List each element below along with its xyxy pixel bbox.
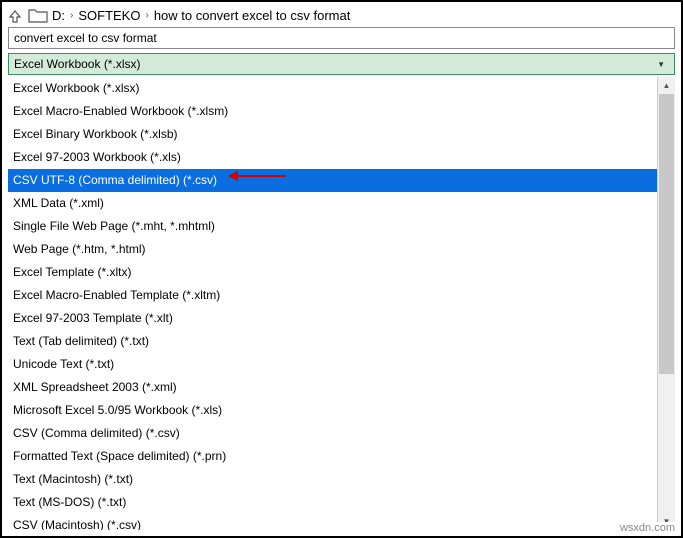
scroll-up-icon[interactable]: ▲	[658, 77, 675, 94]
filetype-option[interactable]: Text (Tab delimited) (*.txt)	[8, 330, 657, 353]
breadcrumb-drive[interactable]: D:	[52, 8, 65, 23]
breadcrumb-folder2[interactable]: how to convert excel to csv format	[154, 8, 351, 23]
filetype-option[interactable]: Excel Workbook (*.xlsx)	[8, 77, 657, 100]
breadcrumb-path[interactable]: D: › SOFTEKO › how to convert excel to c…	[52, 8, 350, 23]
filetype-option[interactable]: Excel Template (*.xltx)	[8, 261, 657, 284]
filetype-option[interactable]: Excel Binary Workbook (*.xlsb)	[8, 123, 657, 146]
up-arrow-icon[interactable]	[8, 9, 22, 23]
filetype-option[interactable]: XML Data (*.xml)	[8, 192, 657, 215]
save-dialog: D: › SOFTEKO › how to convert excel to c…	[0, 0, 683, 538]
filetype-option[interactable]: Excel 97-2003 Template (*.xlt)	[8, 307, 657, 330]
scroll-thumb[interactable]	[659, 94, 674, 374]
filetype-option[interactable]: CSV (Comma delimited) (*.csv)	[8, 422, 657, 445]
filetype-option[interactable]: CSV UTF-8 (Comma delimited) (*.csv)	[8, 169, 657, 192]
filetype-option[interactable]: Excel 97-2003 Workbook (*.xls)	[8, 146, 657, 169]
filetype-option[interactable]: Excel Macro-Enabled Template (*.xltm)	[8, 284, 657, 307]
filetype-option[interactable]: Excel Macro-Enabled Workbook (*.xlsm)	[8, 100, 657, 123]
filetype-select[interactable]: Excel Workbook (*.xlsx) ▼	[8, 53, 675, 75]
filetype-row: Excel Workbook (*.xlsx) ▼	[2, 53, 681, 77]
filetype-option[interactable]: Microsoft Excel 5.0/95 Workbook (*.xls)	[8, 399, 657, 422]
filetype-option[interactable]: CSV (Macintosh) (*.csv)	[8, 514, 657, 530]
filetype-dropdown: Excel Workbook (*.xlsx)Excel Macro-Enabl…	[8, 77, 675, 530]
chevron-right-icon: ›	[142, 10, 151, 21]
watermark: wsxdn.com	[618, 522, 677, 534]
filename-input[interactable]	[8, 27, 675, 49]
breadcrumb-folder1[interactable]: SOFTEKO	[78, 8, 140, 23]
filetype-option[interactable]: Unicode Text (*.txt)	[8, 353, 657, 376]
filetype-option[interactable]: XML Spreadsheet 2003 (*.xml)	[8, 376, 657, 399]
folder-icon	[28, 9, 46, 23]
filetype-selected-label: Excel Workbook (*.xlsx)	[14, 57, 140, 71]
filename-row	[2, 27, 681, 53]
filetype-option-list[interactable]: Excel Workbook (*.xlsx)Excel Macro-Enabl…	[8, 77, 658, 530]
filetype-option[interactable]: Formatted Text (Space delimited) (*.prn)	[8, 445, 657, 468]
chevron-down-icon: ▼	[657, 60, 669, 69]
chevron-right-icon: ›	[67, 10, 76, 21]
filetype-option[interactable]: Text (MS-DOS) (*.txt)	[8, 491, 657, 514]
filetype-option[interactable]: Single File Web Page (*.mht, *.mhtml)	[8, 215, 657, 238]
scrollbar[interactable]: ▲ ▼	[658, 77, 675, 530]
filetype-option[interactable]: Text (Macintosh) (*.txt)	[8, 468, 657, 491]
annotation-arrow-icon	[228, 171, 286, 181]
breadcrumb: D: › SOFTEKO › how to convert excel to c…	[2, 2, 681, 27]
filetype-option[interactable]: Web Page (*.htm, *.html)	[8, 238, 657, 261]
